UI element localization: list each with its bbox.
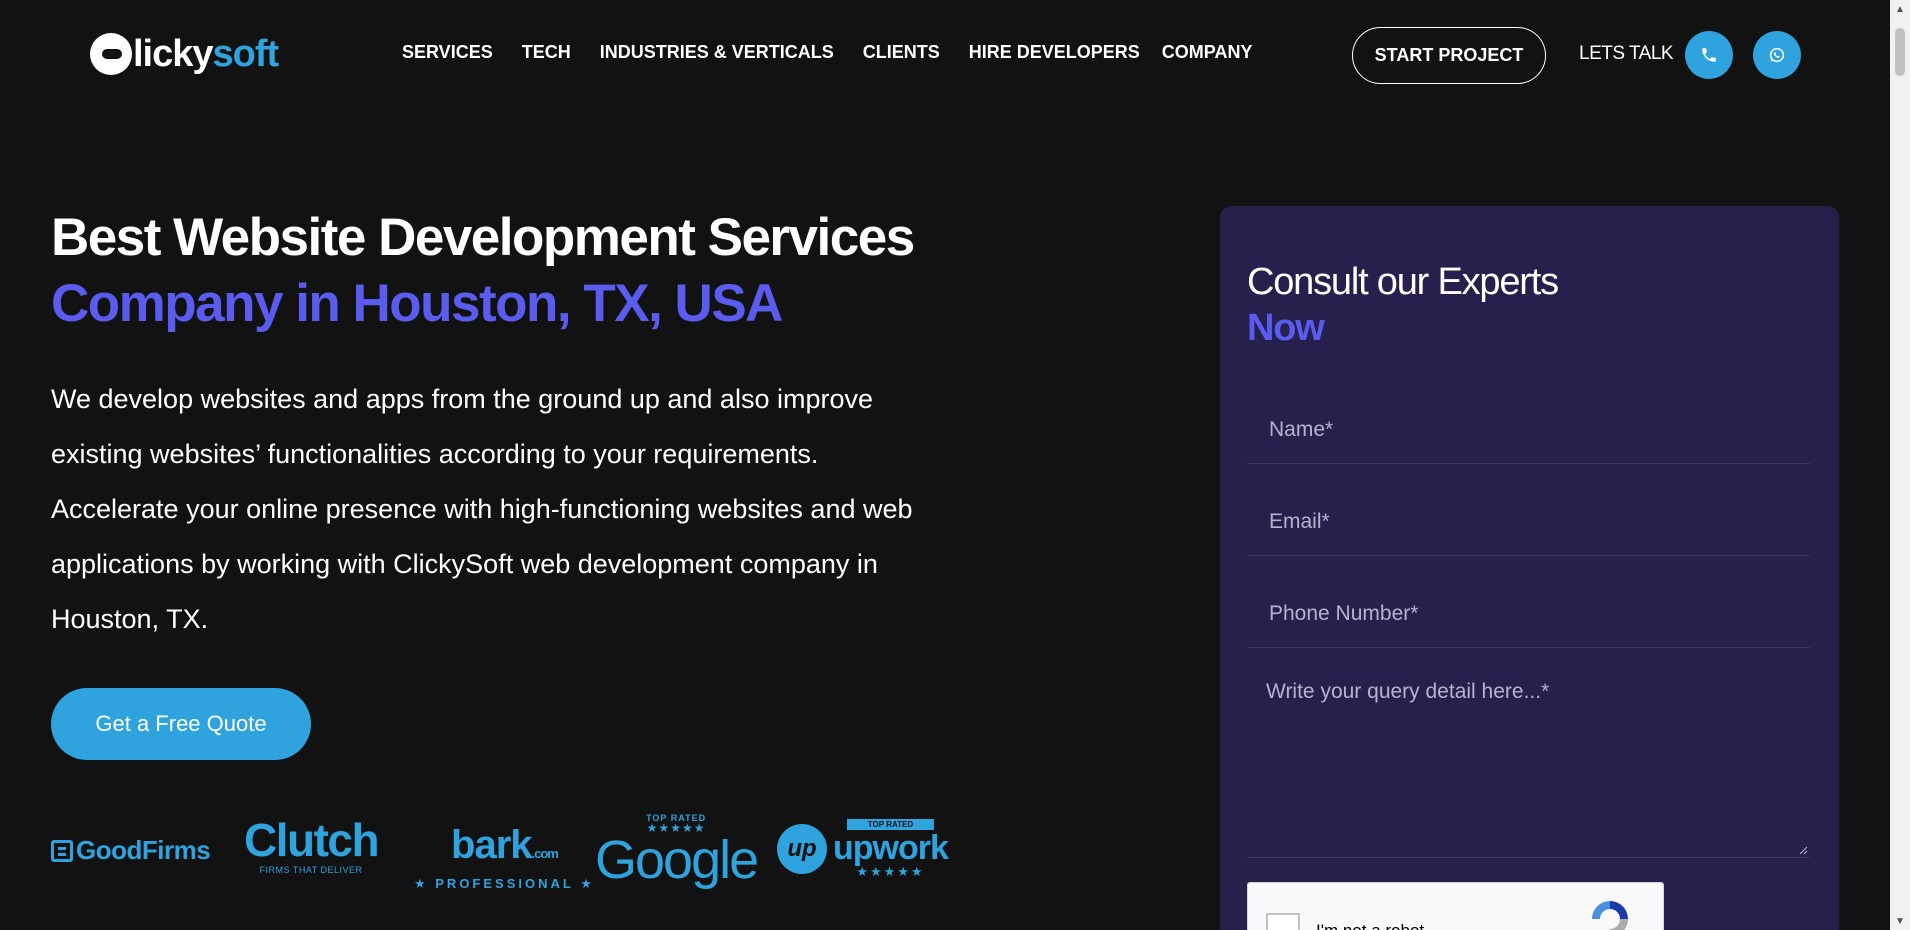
name-input[interactable]: [1247, 396, 1810, 463]
recaptcha-checkbox[interactable]: [1266, 913, 1300, 930]
bark-domain: .com: [531, 846, 559, 861]
email-field-wrap: [1247, 488, 1810, 556]
scrollbar-thumb[interactable]: [1895, 28, 1905, 76]
scroll-down-arrow-icon[interactable]: ▼: [1890, 912, 1910, 930]
clutch-subtitle: FIRMS THAT DELIVER: [259, 865, 363, 875]
form-title: Consult our Experts Now: [1247, 259, 1559, 351]
form-title-line1: Consult our Experts: [1247, 261, 1559, 303]
form-title-line2: Now: [1247, 307, 1325, 349]
email-input[interactable]: [1247, 488, 1810, 555]
rating-badges: GoodFirms Clutch FIRMS THAT DELIVER bark…: [51, 813, 949, 895]
scroll-up-arrow-icon[interactable]: ▲: [1890, 0, 1910, 18]
hero-title-line1: Best Website Development Services: [51, 208, 915, 267]
recaptcha-widget: I'm not a robot: [1247, 882, 1664, 930]
phone-field-wrap: [1247, 580, 1810, 648]
nav-item-industries[interactable]: INDUSTRIES & VERTICALS: [600, 42, 834, 63]
resize-grip-icon[interactable]: [1798, 845, 1808, 855]
clickysoft-logo[interactable]: lickysoft: [90, 30, 280, 78]
hero-title: Best Website Development Services Compan…: [51, 205, 915, 337]
query-field-wrap: [1247, 662, 1810, 858]
logo-text-blue: soft: [212, 32, 280, 75]
upwork-label: upwork: [833, 829, 949, 867]
whatsapp-button[interactable]: [1753, 31, 1801, 79]
nav-item-company[interactable]: COMPANY: [1162, 42, 1253, 63]
nav-item-tech[interactable]: TECH: [522, 42, 571, 63]
upwork-stars: ★★★★★: [856, 864, 925, 879]
recaptcha-label: I'm not a robot: [1316, 921, 1424, 930]
goodfirms-label: GoodFirms: [76, 835, 211, 865]
nav-item-services[interactable]: SERVICES: [402, 42, 493, 63]
google-badge[interactable]: TOP RATED ★★★★★ Google: [595, 813, 759, 890]
clutch-badge[interactable]: Clutch FIRMS THAT DELIVER: [244, 814, 380, 875]
main-nav: SERVICES TECH INDUSTRIES & VERTICALS CLI…: [402, 42, 1252, 63]
upwork-badge[interactable]: up TOP RATED upwork ★★★★★: [777, 819, 949, 879]
bark-label: bark: [451, 823, 532, 867]
google-label: Google: [595, 830, 759, 890]
get-free-quote-button[interactable]: Get a Free Quote: [51, 688, 311, 760]
nav-item-hire-developers[interactable]: HIRE DEVELOPERS: [969, 42, 1140, 63]
goodfirms-logo-icon: [51, 839, 73, 862]
bark-badge[interactable]: bark.com ★ PROFESSIONAL ★: [414, 823, 595, 892]
clutch-label: Clutch: [244, 814, 380, 866]
logo-text-white: licky: [133, 32, 214, 75]
page-scrollbar[interactable]: ▲ ▼: [1890, 0, 1910, 930]
logo-mark-icon: [90, 33, 132, 75]
lets-talk-label: LETS TALK: [1579, 43, 1674, 64]
nav-item-clients[interactable]: CLIENTS: [863, 42, 940, 63]
phone-icon: [1702, 48, 1716, 62]
name-field-wrap: [1247, 396, 1810, 464]
site-header: lickysoft SERVICES TECH INDUSTRIES & VER…: [0, 0, 1890, 110]
recaptcha-logo-icon: [1592, 901, 1628, 930]
query-textarea[interactable]: [1247, 662, 1810, 857]
start-project-button[interactable]: START PROJECT: [1352, 27, 1546, 84]
phone-button[interactable]: [1685, 31, 1733, 79]
phone-input[interactable]: [1247, 580, 1810, 647]
upwork-logo-icon: up: [777, 823, 827, 874]
bark-subtitle: ★ PROFESSIONAL ★: [414, 876, 595, 891]
hero-description: We develop websites and apps from the gr…: [51, 384, 913, 634]
goodfirms-badge[interactable]: GoodFirms: [51, 835, 211, 866]
hero-title-line2: Company in Houston, TX, USA: [51, 274, 783, 333]
whatsapp-icon: [1769, 47, 1785, 63]
consult-form-card: Consult our Experts Now I'm not a robot: [1220, 206, 1839, 930]
